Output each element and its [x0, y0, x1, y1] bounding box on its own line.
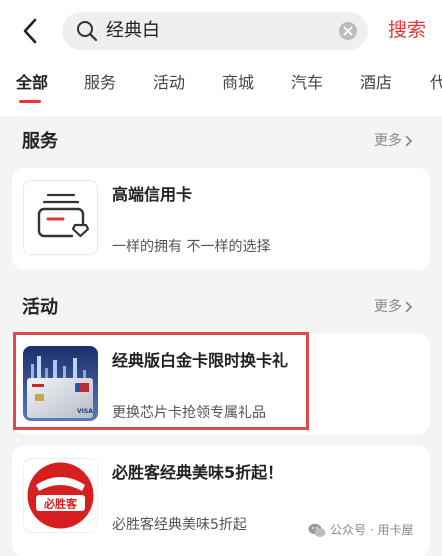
logo-text: 必胜客 [43, 497, 78, 511]
card-subtitle: 必胜客经典美味5折起 [112, 517, 247, 533]
tab-all[interactable]: 全部 [16, 72, 48, 94]
tab-services[interactable]: 服务 [84, 72, 116, 94]
search-icon [77, 21, 98, 42]
close-icon [343, 26, 353, 36]
services-section-title: 服务 [22, 131, 58, 152]
card-subtitle: 一样的拥有 不一样的选择 [112, 239, 271, 255]
activity-card-pizza-hut[interactable]: 必胜客 必胜客经典美味5折起！ 必胜客经典美味5折起 [12, 446, 430, 556]
activities-section-title: 活动 [22, 297, 58, 318]
services-more-link[interactable]: 更多 [374, 131, 413, 151]
wechat-icon [308, 523, 326, 537]
tab-hotel[interactable]: 酒店 [360, 72, 392, 94]
search-button[interactable]: 搜索 [388, 18, 426, 42]
chevron-right-icon [405, 135, 413, 147]
more-label: 更多 [374, 133, 402, 149]
back-button[interactable] [14, 14, 48, 48]
credit-card-icon [23, 180, 98, 255]
top-bar: 经典白 搜索 全部 服务 活动 商城 汽车 酒店 代 [0, 0, 442, 116]
more-label: 更多 [374, 299, 402, 315]
tab-car[interactable]: 汽车 [291, 72, 323, 94]
category-tabs: 全部 服务 活动 商城 汽车 酒店 代 [0, 68, 442, 112]
search-query[interactable]: 经典白 [106, 20, 160, 42]
tab-activities[interactable]: 活动 [153, 72, 185, 94]
back-arrow-icon [23, 18, 37, 44]
tab-more-partial[interactable]: 代 [430, 72, 442, 94]
watermark-text: 公众号 · 用卡屋 [330, 523, 414, 537]
highlight-frame [13, 332, 309, 430]
clear-search-button[interactable] [339, 22, 357, 40]
service-card-premium-credit[interactable]: 高端信用卡 一样的拥有 不一样的选择 [12, 168, 430, 270]
active-tab-indicator [19, 100, 41, 103]
activities-more-link[interactable]: 更多 [374, 297, 413, 317]
pizza-hut-logo: 必胜客 [23, 458, 98, 533]
watermark: 公众号 · 用卡屋 [308, 522, 413, 538]
chevron-right-icon [405, 301, 413, 313]
card-title: 必胜客经典美味5折起！ [112, 463, 284, 482]
tab-mall[interactable]: 商城 [222, 72, 254, 94]
search-input[interactable]: 经典白 [62, 12, 368, 50]
card-title: 高端信用卡 [112, 185, 193, 204]
